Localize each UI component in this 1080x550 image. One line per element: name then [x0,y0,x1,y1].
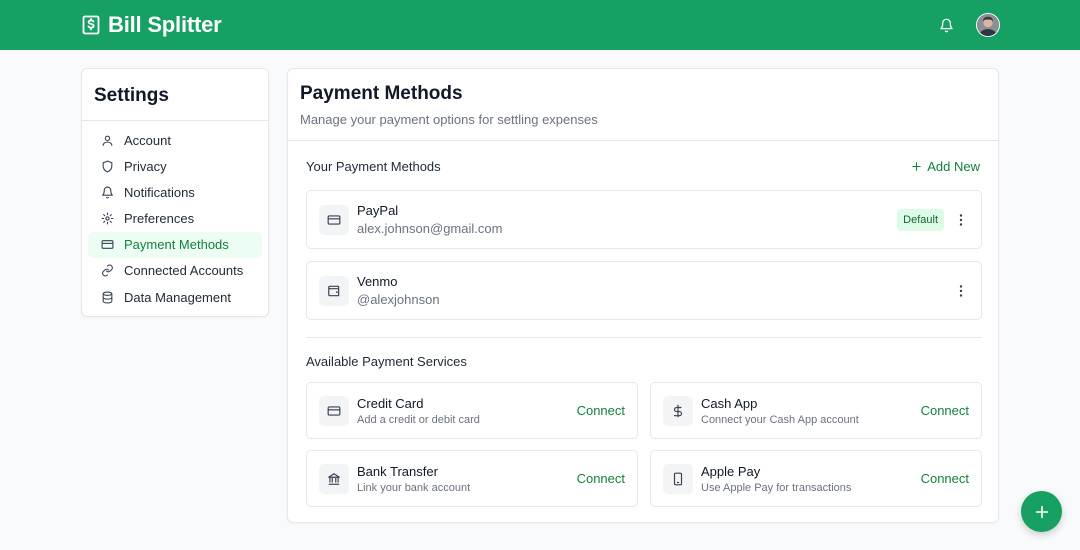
gear-icon [100,212,114,226]
service-detail: Link your bank account [357,481,471,494]
plus-icon [912,162,921,171]
sidebar-item-label: Account [124,132,171,148]
method-detail: @alexjohnson [357,292,440,307]
method-name: Venmo [357,274,398,289]
phone-icon [663,463,693,494]
database-icon [100,290,114,304]
sidebar-item-payment-methods[interactable]: Payment Methods [88,231,262,258]
method-detail: alex.johnson@gmail.com [357,221,503,236]
link-icon [100,264,114,278]
sidebar-item-label: Notifications [124,184,195,200]
service-detail: Add a credit or debit card [357,413,480,426]
section-title: Your Payment Methods [306,159,441,174]
available-services-header: Available Payment Services [306,354,980,369]
bank-icon [319,463,349,494]
sidebar-item-data-management[interactable]: Data Management [88,284,262,310]
page-title: Payment Methods [300,83,463,104]
sidebar-item-label: Privacy [124,158,167,174]
brand[interactable]: Bill Splitter [82,12,222,38]
service-name: Cash App [701,395,758,411]
service-name: Credit Card [357,395,424,411]
sidebar-item-preferences[interactable]: Preferences [88,206,262,232]
receipt-dollar-icon [82,15,100,35]
sidebar-item-privacy[interactable]: Privacy [88,153,262,179]
service-apple-pay: Apple Pay Use Apple Pay for transactions… [650,450,982,507]
method-name: PayPal [357,203,399,218]
connect-apple-pay-button[interactable]: Connect [921,471,969,486]
shield-icon [100,159,114,173]
service-name: Apple Pay [701,463,761,479]
connect-cash-app-button[interactable]: Connect [921,403,969,418]
notifications-bell-icon[interactable] [936,15,956,35]
floating-add-button[interactable] [1021,491,1062,532]
sidebar-item-label: Connected Accounts [124,263,244,279]
connect-credit-card-button[interactable]: Connect [577,403,625,418]
sidebar-title: Settings [82,69,268,121]
user-icon [100,133,114,147]
page-subtitle: Manage your payment options for settling… [300,112,598,127]
service-cash-app: Cash App Connect your Cash App account C… [650,382,982,439]
credit-card-icon [319,395,349,426]
dollar-icon [663,395,693,426]
more-options-icon[interactable] [953,212,969,228]
sidebar-nav: Account Privacy Notifications Preference… [82,121,268,316]
service-detail: Connect your Cash App account [701,413,859,426]
add-new-label: Add New [927,159,980,174]
payment-methods-panel: Payment Methods Manage your payment opti… [287,68,999,523]
service-name: Bank Transfer [357,463,438,479]
your-methods-header: Your Payment Methods Add New [306,159,980,174]
service-detail: Use Apple Pay for transactions [701,481,852,494]
payment-method-paypal[interactable]: PayPal alex.johnson@gmail.com Default [306,190,982,249]
credit-card-icon [100,238,114,252]
plus-icon [1035,505,1048,518]
wallet-icon [319,275,349,306]
top-bar: Bill Splitter [0,0,1080,50]
connect-bank-transfer-button[interactable]: Connect [577,471,625,486]
settings-sidebar: Settings Account Privacy Notifications P… [81,68,269,317]
sidebar-item-notifications[interactable]: Notifications [88,179,262,205]
sidebar-item-label: Preferences [124,211,195,227]
section-divider [306,337,982,338]
bell-icon [100,185,114,199]
panel-header: Payment Methods Manage your payment opti… [288,69,998,141]
credit-card-icon [319,204,349,235]
add-new-button[interactable]: Add New [911,159,980,174]
sidebar-item-connected-accounts[interactable]: Connected Accounts [88,258,262,284]
user-avatar[interactable] [976,13,1000,37]
service-credit-card: Credit Card Add a credit or debit card C… [306,382,638,439]
more-options-icon[interactable] [953,283,969,299]
app-title: Bill Splitter [108,12,222,37]
sidebar-item-account[interactable]: Account [88,127,262,153]
service-bank-transfer: Bank Transfer Link your bank account Con… [306,450,638,507]
sidebar-item-label: Data Management [124,289,231,305]
payment-method-venmo[interactable]: Venmo @alexjohnson [306,261,982,320]
sidebar-item-label: Payment Methods [124,237,229,253]
default-badge: Default [897,208,944,231]
section-title: Available Payment Services [306,354,467,369]
